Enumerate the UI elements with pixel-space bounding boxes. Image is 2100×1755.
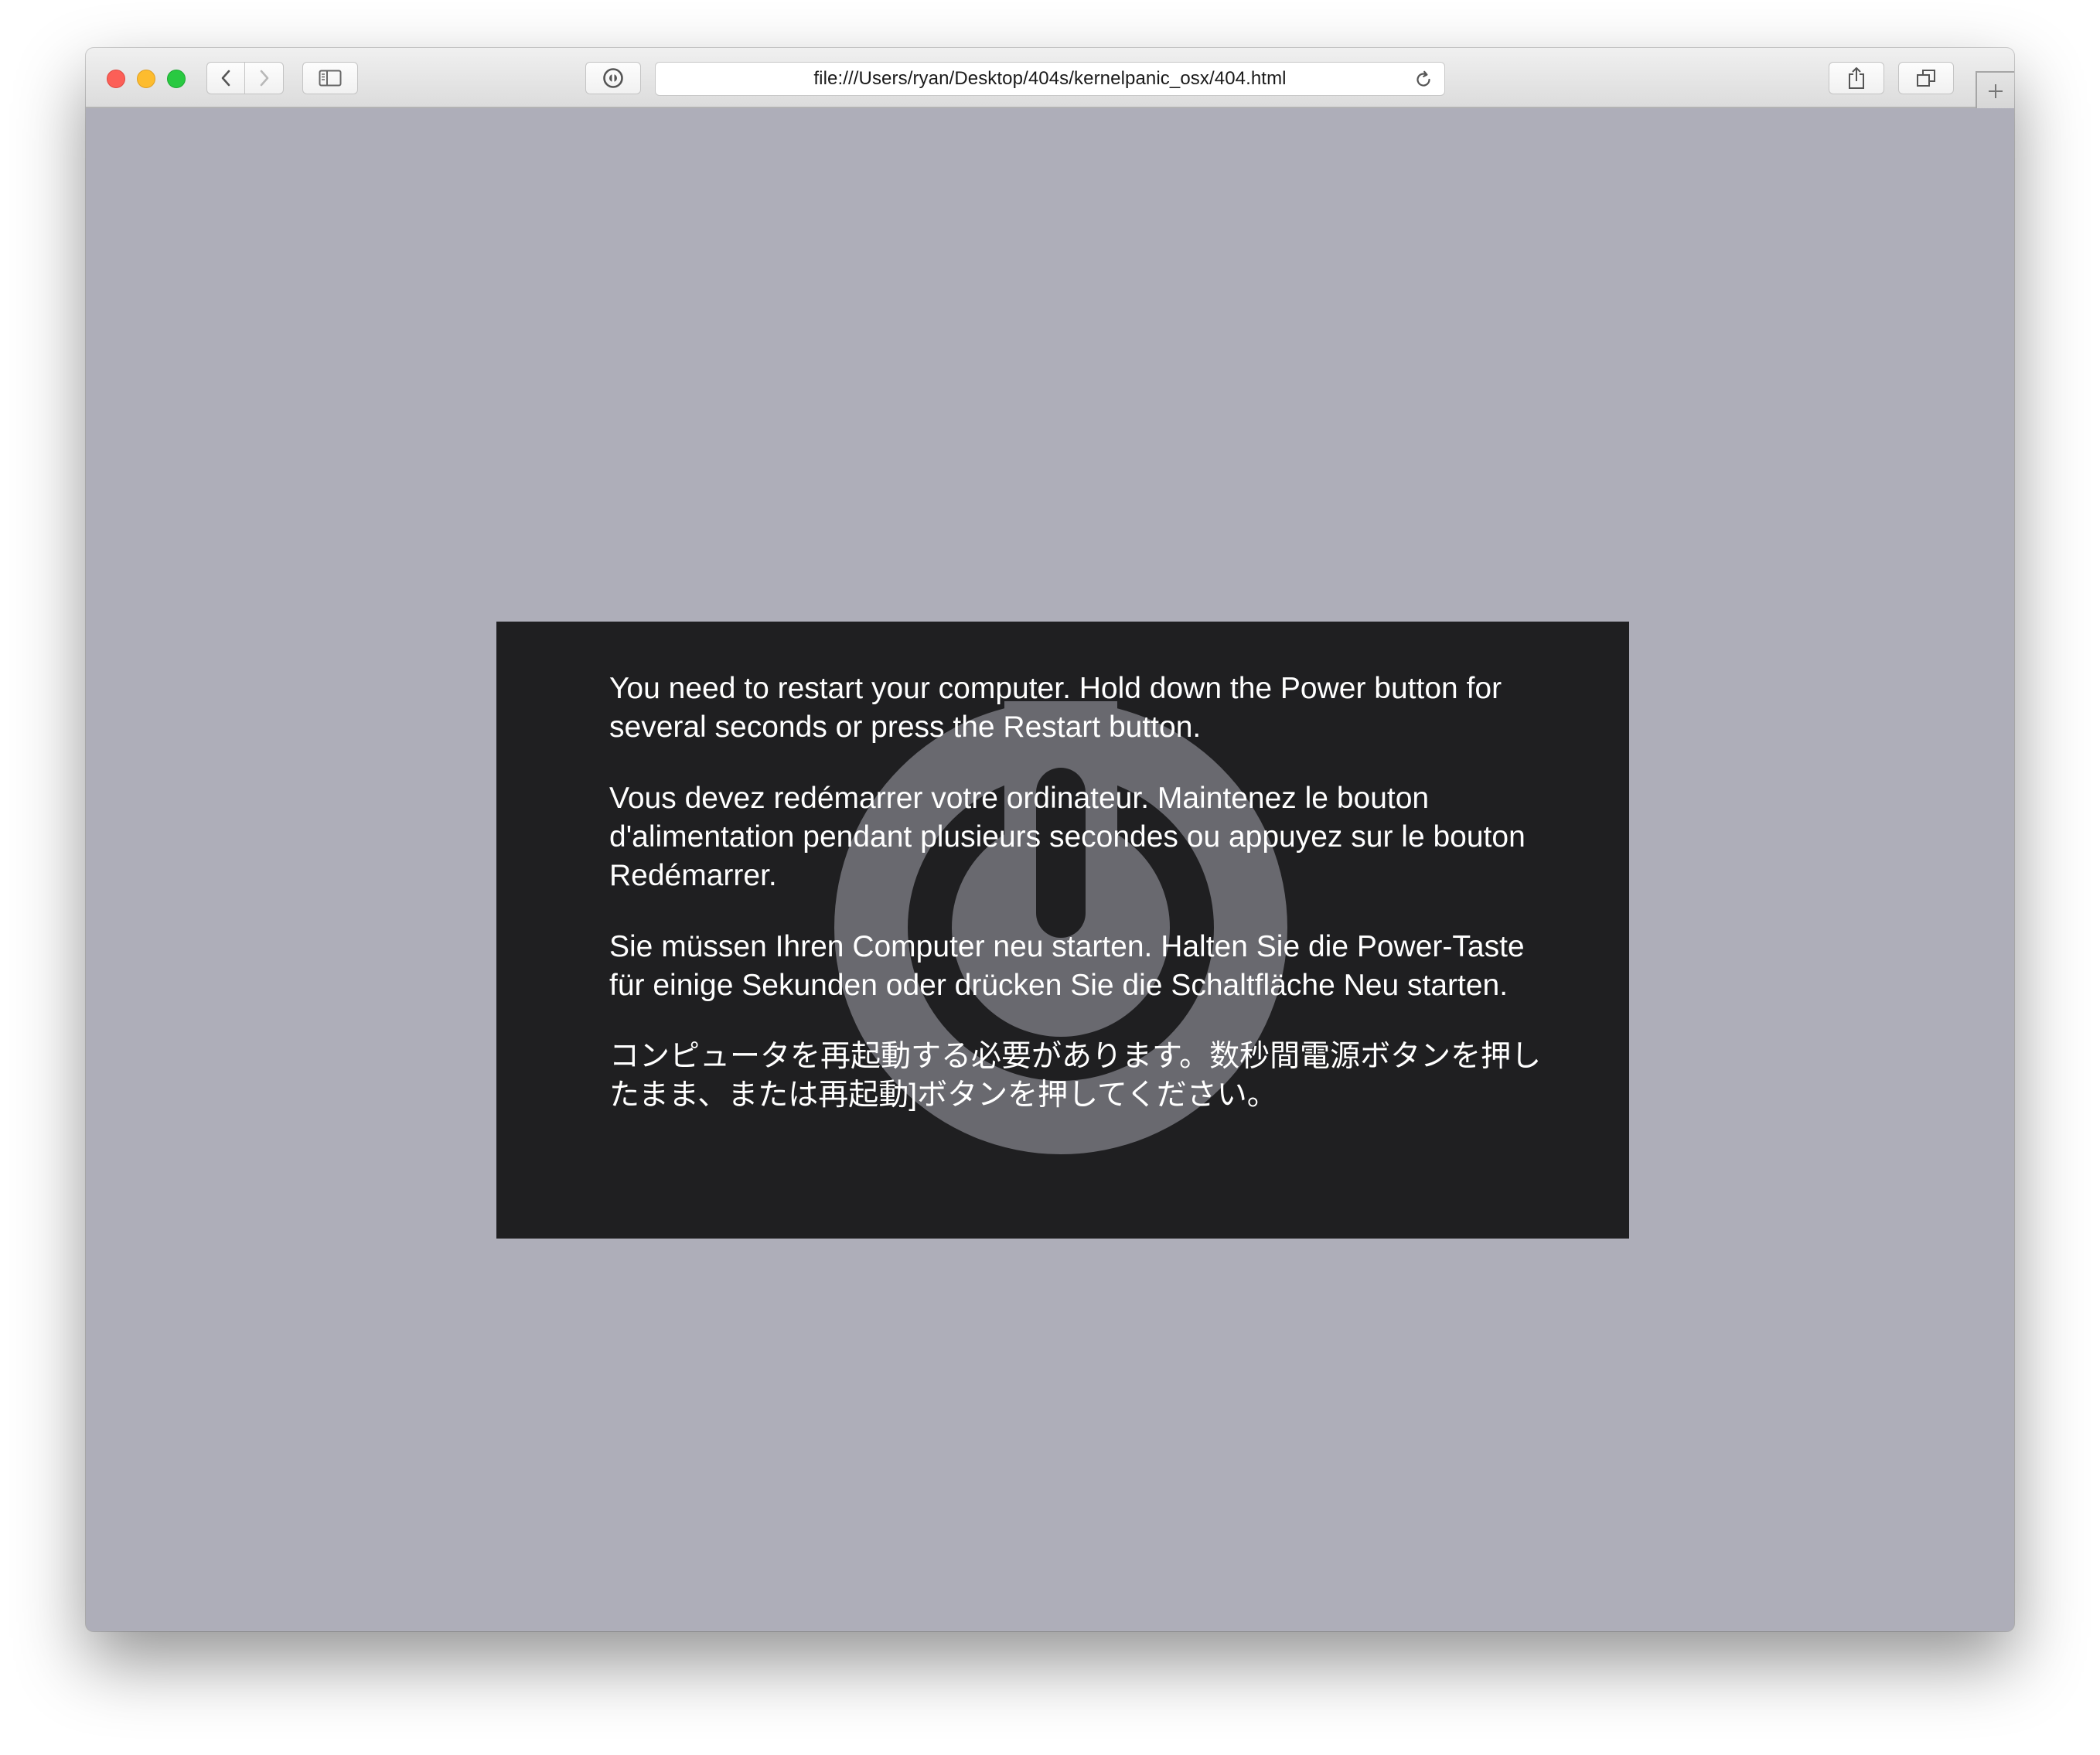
privacy-icon <box>603 68 623 88</box>
browser-window: file:///Users/ryan/Desktop/404s/kernelpa… <box>86 48 2014 1631</box>
privacy-button[interactable] <box>585 62 641 94</box>
reload-icon[interactable] <box>1413 70 1434 90</box>
plus-icon <box>1989 84 2003 98</box>
forward-icon <box>260 70 268 87</box>
back-icon <box>221 70 230 87</box>
message-german: Sie müssen Ihren Computer neu starten. H… <box>609 930 1525 1002</box>
share-button[interactable] <box>1829 62 1884 94</box>
sidebar-toggle-button[interactable] <box>302 62 358 94</box>
share-icon <box>1849 67 1864 89</box>
message-french: Vous devez redémarrer votre ordinateur. … <box>609 782 1526 892</box>
page-viewport: You need to restart your computer. Hold … <box>86 108 2014 1631</box>
show-all-tabs-button[interactable] <box>1898 62 1954 94</box>
message-japanese: コンピュータを再起動する必要があります。数秒間電源ボタンを押したまま、または再起… <box>609 1040 1542 1112</box>
address-bar[interactable]: file:///Users/ryan/Desktop/404s/kernelpa… <box>655 62 1445 96</box>
message-english: You need to restart your computer. Hold … <box>609 672 1502 744</box>
restart-message: You need to restart your computer. Hold … <box>609 670 1545 1115</box>
close-window-button[interactable] <box>107 70 125 88</box>
back-button[interactable] <box>206 62 245 94</box>
zoom-window-button[interactable] <box>167 70 186 88</box>
sidebar-icon <box>319 70 342 87</box>
new-tab-button[interactable] <box>1976 71 2014 110</box>
tabs-icon <box>1917 70 1935 87</box>
kernel-panic-panel: You need to restart your computer. Hold … <box>496 622 1629 1239</box>
url-text: file:///Users/ryan/Desktop/404s/kernelpa… <box>813 68 1287 89</box>
browser-toolbar: file:///Users/ryan/Desktop/404s/kernelpa… <box>86 48 2014 110</box>
forward-button[interactable] <box>244 62 284 94</box>
minimize-window-button[interactable] <box>137 70 155 88</box>
